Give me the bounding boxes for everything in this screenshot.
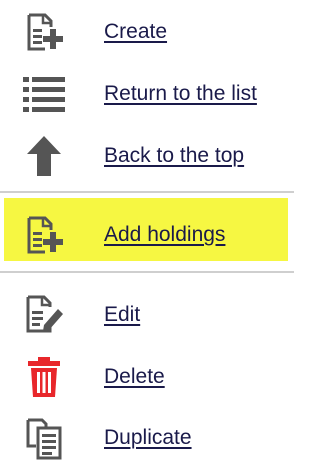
back-to-top-link[interactable]: Back to the top: [104, 126, 244, 186]
document-add-icon: [16, 8, 72, 56]
list-icon: [16, 70, 72, 118]
divider: [0, 191, 294, 193]
duplicate-item[interactable]: Duplicate: [0, 408, 294, 468]
duplicate-link[interactable]: Duplicate: [104, 408, 192, 468]
add-holdings-link[interactable]: Add holdings: [104, 205, 225, 265]
action-menu: Create Return to the list Back to the to…: [0, 0, 294, 461]
back-to-top-item[interactable]: Back to the top: [0, 126, 294, 186]
copy-icon: [16, 414, 72, 462]
document-add-icon: [16, 211, 72, 259]
delete-item[interactable]: Delete: [0, 347, 294, 407]
create-link[interactable]: Create: [104, 2, 167, 62]
create-item[interactable]: Create: [0, 2, 294, 62]
add-holdings-item[interactable]: Add holdings: [0, 205, 294, 265]
return-to-list-link[interactable]: Return to the list: [104, 64, 257, 124]
trash-icon: [16, 353, 72, 401]
delete-link[interactable]: Delete: [104, 347, 165, 407]
return-to-list-item[interactable]: Return to the list: [0, 64, 294, 124]
edit-item[interactable]: Edit: [0, 285, 294, 345]
divider: [0, 271, 294, 273]
document-edit-icon: [16, 291, 72, 339]
arrow-up-icon: [16, 132, 72, 180]
edit-link[interactable]: Edit: [104, 285, 140, 345]
